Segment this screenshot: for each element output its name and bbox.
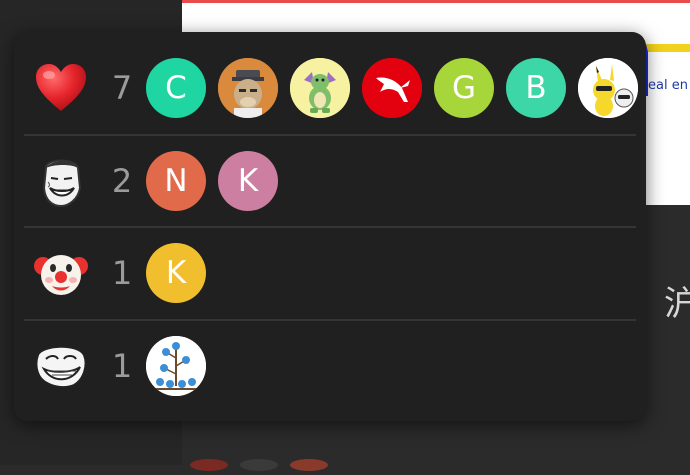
avatar-letter[interactable]: K <box>146 243 206 303</box>
reactor-avatars <box>146 336 218 396</box>
avatar-initial: K <box>237 163 259 199</box>
pikachu-avatar-icon[interactable] <box>578 58 638 118</box>
avatar-initial: K <box>165 255 187 291</box>
avatar-letter[interactable]: N <box>146 151 206 211</box>
reactor-avatars: K <box>146 243 218 303</box>
background-bottom-hint <box>190 456 360 471</box>
clown-face-icon <box>34 246 88 300</box>
kangaroo-logo-avatar-icon[interactable] <box>362 58 422 118</box>
reactions-popup: 7 C G B 2 N K 1 K 1 <box>14 32 646 421</box>
birds-tree-avatar-icon[interactable] <box>146 336 206 396</box>
reactor-avatars: N K <box>146 151 290 211</box>
avatar-initial: G <box>451 70 477 106</box>
troll-face-icon <box>34 339 88 393</box>
heart-icon <box>34 61 88 115</box>
avatar-initial: B <box>525 70 547 106</box>
reactor-avatars: C G B <box>146 58 646 118</box>
reaction-row-clown[interactable]: 1 K <box>14 227 646 319</box>
avatar-letter[interactable]: B <box>506 58 566 118</box>
reaction-count: 7 <box>111 69 133 107</box>
avatar-initial: N <box>164 163 188 199</box>
dragon-avatar-icon[interactable] <box>290 58 350 118</box>
avatar-initial: C <box>165 70 187 106</box>
avatar-letter[interactable]: G <box>434 58 494 118</box>
avatar-letter[interactable]: K <box>218 151 278 211</box>
avatar-letter[interactable]: C <box>146 58 206 118</box>
background-text-snippet: eal en <box>648 78 688 93</box>
ape-avatar-icon[interactable] <box>218 58 278 118</box>
yao-ming-face-icon <box>34 154 88 208</box>
reaction-row-heart[interactable]: 7 C G B <box>14 42 646 134</box>
reaction-count: 2 <box>111 162 133 200</box>
reaction-count: 1 <box>111 347 133 385</box>
reaction-row-yao-ming[interactable]: 2 N K <box>14 135 646 227</box>
reaction-count: 1 <box>111 254 133 292</box>
background-glyph: 沪 <box>664 284 690 324</box>
reaction-row-troll[interactable]: 1 <box>14 320 646 412</box>
